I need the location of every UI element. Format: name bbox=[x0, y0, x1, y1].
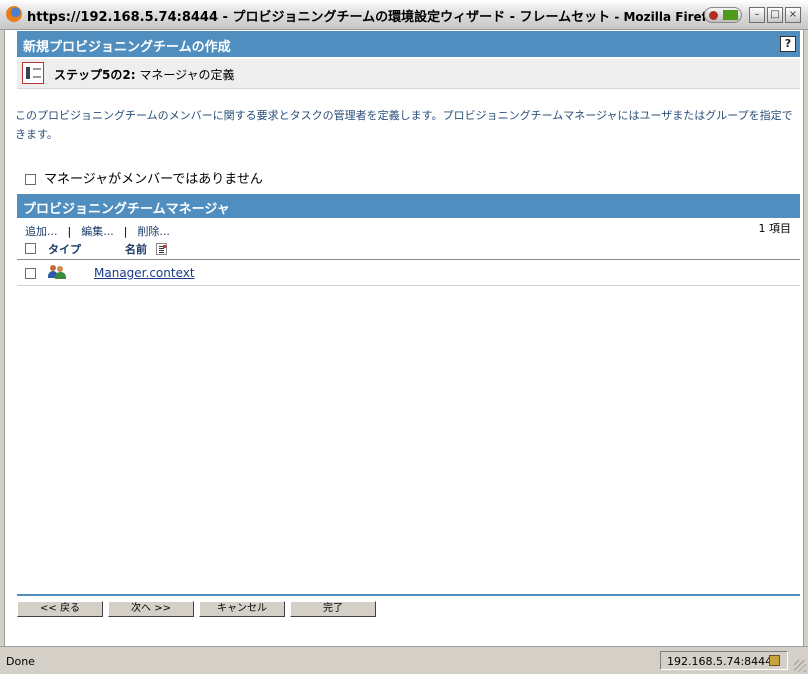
window-title: https://192.168.5.74:8444 - プロビジョニングチームの… bbox=[27, 6, 723, 25]
action-separator: | bbox=[67, 225, 72, 238]
table-header-divider bbox=[17, 259, 800, 260]
step-title: マネージャの定義 bbox=[139, 68, 235, 82]
column-header-name[interactable]: 名前 bbox=[125, 241, 147, 257]
maximize-button[interactable]: □ bbox=[767, 7, 783, 23]
select-all-checkbox[interactable] bbox=[25, 243, 36, 254]
managers-section-header: プロビジョニングチームマネージャ bbox=[17, 194, 800, 218]
step-number: ステップ5の2: bbox=[54, 68, 136, 82]
manager-name-link[interactable]: Manager.context bbox=[94, 266, 195, 280]
security-panel: 192.168.5.74:8444 bbox=[660, 651, 788, 670]
finish-button[interactable]: 完了 bbox=[290, 601, 376, 617]
manager-actions: 追加... | 編集... | 削除... bbox=[25, 223, 170, 239]
footer-divider bbox=[17, 594, 800, 596]
add-manager-link[interactable]: 追加... bbox=[25, 225, 58, 238]
sort-icon[interactable] bbox=[156, 243, 167, 255]
column-header-type[interactable]: タイプ bbox=[48, 241, 81, 257]
step-indicator: ステップ5の2: マネージャの定義 bbox=[54, 66, 235, 83]
row-checkbox[interactable] bbox=[25, 268, 36, 279]
users-group-icon bbox=[48, 265, 66, 279]
managers-section-title: プロビジョニングチームマネージャ bbox=[23, 202, 230, 217]
page-content: 新規プロビジョニングチームの作成 ? ステップ5の2: マネージャの定義 このプ… bbox=[4, 30, 804, 646]
delete-manager-link[interactable]: 削除... bbox=[137, 225, 170, 238]
status-text: Done bbox=[6, 655, 35, 668]
cancel-button[interactable]: キャンセル bbox=[199, 601, 285, 617]
status-bar: Done 192.168.5.74:8444 bbox=[0, 646, 808, 674]
back-button[interactable]: << 戻る bbox=[17, 601, 103, 617]
step-description: このプロビジョニングチームのメンバーに関する要求とタスクの管理者を定義します。プ… bbox=[15, 109, 793, 141]
step-bar: ステップ5の2: マネージャの定義 bbox=[17, 59, 800, 89]
next-button[interactable]: 次へ >> bbox=[108, 601, 194, 617]
minimize-button[interactable]: – bbox=[749, 7, 765, 23]
window-title-main: https://192.168.5.74:8444 - プロビジョニングチームの… bbox=[27, 10, 611, 25]
firefox-logo-icon bbox=[6, 6, 22, 22]
wizard-header: 新規プロビジョニングチームの作成 ? bbox=[17, 31, 800, 57]
no-manager-label: マネージャがメンバーではありません bbox=[44, 172, 263, 187]
help-icon[interactable]: ? bbox=[780, 36, 796, 52]
window-titlebar: https://192.168.5.74:8444 - プロビジョニングチームの… bbox=[0, 0, 808, 30]
wizard-step-icon bbox=[22, 62, 44, 84]
edit-manager-link[interactable]: 編集... bbox=[81, 225, 114, 238]
status-host: 192.168.5.74:8444 bbox=[667, 655, 773, 668]
nvidia-badge-icon bbox=[704, 7, 742, 23]
lock-icon[interactable] bbox=[769, 655, 780, 666]
action-separator: | bbox=[123, 225, 128, 238]
row-divider bbox=[17, 285, 800, 286]
item-count: 1 項目 bbox=[758, 222, 792, 235]
resize-grip-icon[interactable] bbox=[794, 660, 806, 672]
close-button[interactable]: × bbox=[785, 7, 801, 23]
no-manager-checkbox[interactable] bbox=[25, 174, 36, 185]
page-title: 新規プロビジョニングチームの作成 bbox=[23, 40, 231, 55]
